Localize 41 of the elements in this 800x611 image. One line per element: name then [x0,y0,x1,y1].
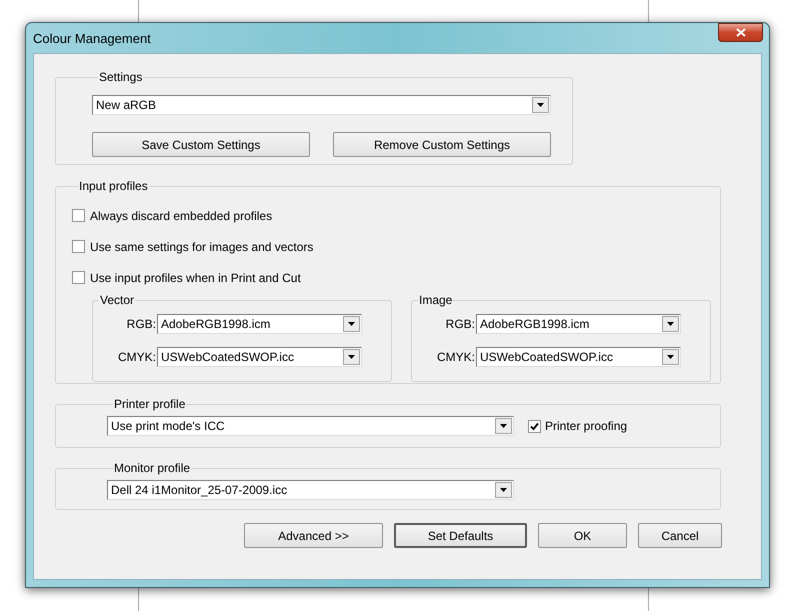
group-label: Image [418,294,454,306]
checkbox[interactable] [72,209,85,222]
field-label: CMYK: [436,348,476,366]
dropdown-caret-icon[interactable] [343,316,360,332]
close-icon [736,28,746,37]
checkbox[interactable] [72,240,85,253]
dialog-button[interactable]: Cancel [638,523,722,548]
profile-dropdown[interactable]: New aRGB [92,95,551,115]
profile-dropdown[interactable]: AdobeRGB1998.icm [476,314,681,334]
dropdown-caret-icon[interactable] [662,316,679,332]
dropdown-caret-icon[interactable] [532,97,549,113]
checkbox-label: Use input profiles when in Print and Cut [90,270,301,286]
checkbox-label: Use same settings for images and vectors [90,238,314,256]
dropdown-caret-icon[interactable] [495,418,512,434]
window-title: Colour Management [33,32,151,45]
settings-button[interactable]: Remove Custom Settings [333,132,551,157]
close-button[interactable] [718,23,763,42]
group-label: Monitor profile [113,462,192,474]
group-label: Vector [99,294,136,306]
checkbox[interactable] [72,271,85,284]
field-label: CMYK: [116,348,157,366]
profile-dropdown[interactable]: USWebCoatedSWOP.icc [157,346,362,366]
dialog-button[interactable]: OK [538,523,627,548]
dropdown-caret-icon[interactable] [495,482,512,498]
settings-button[interactable]: Save Custom Settings [92,132,310,157]
field-label: RGB: [126,316,157,332]
group-label: Settings [98,71,144,83]
dialog-button[interactable]: Set Defaults [394,523,527,548]
dropdown-caret-icon[interactable] [662,348,679,364]
profile-dropdown[interactable]: AdobeRGB1998.icm [157,314,362,334]
checkbox-label: Printer proofing [545,418,628,435]
group-label: Printer profile [113,398,186,410]
group-label: Input profiles [78,180,149,192]
profile-dropdown[interactable]: Dell 24 i1Monitor_25-07-2009.icc [107,480,514,500]
field-label: RGB: [444,316,476,332]
profile-dropdown[interactable]: Use print mode's ICC [107,416,514,436]
dropdown-caret-icon[interactable] [343,348,360,364]
dialog-button[interactable]: Advanced >> [244,523,383,548]
checkbox[interactable] [528,420,541,432]
profile-dropdown[interactable]: USWebCoatedSWOP.icc [476,346,681,366]
checkbox-label: Always discard embedded profiles [90,208,272,224]
